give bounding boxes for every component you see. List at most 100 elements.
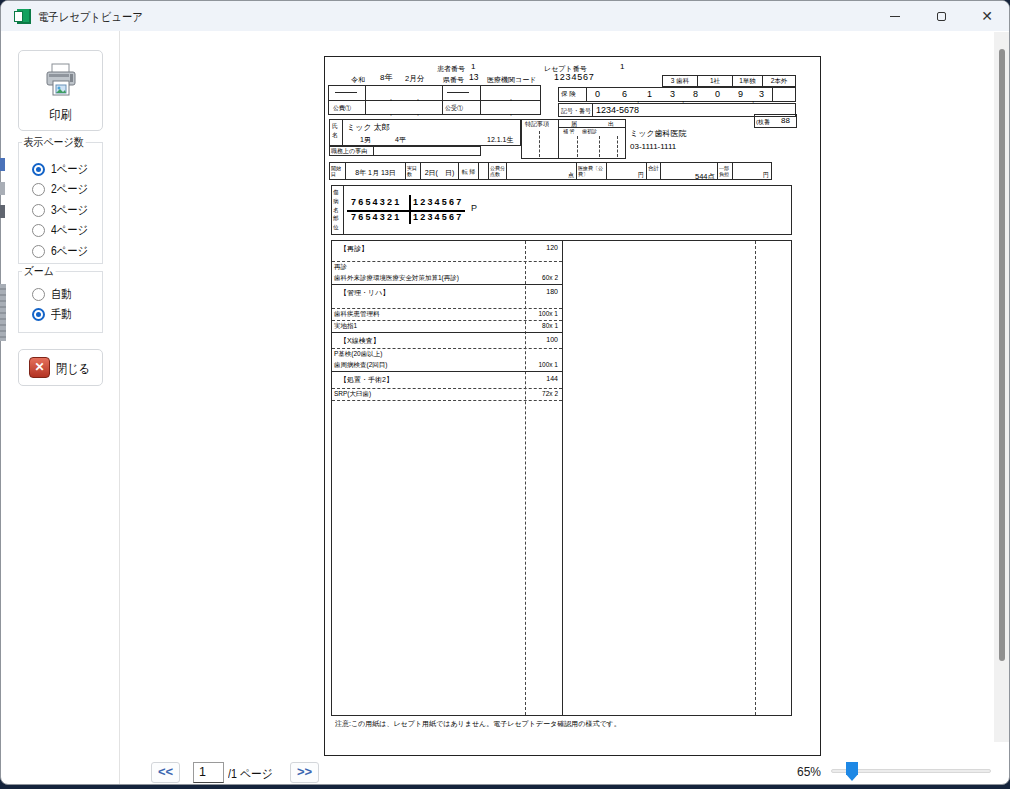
radio-pagecount-4[interactable]: 4ページ <box>32 221 94 239</box>
radio-circle[interactable] <box>32 288 45 301</box>
radio-pagecount-1[interactable]: 1ページ <box>32 160 94 178</box>
detail-line: 再診 <box>334 263 347 272</box>
radio-pagecount-2[interactable]: 2ページ <box>32 180 94 198</box>
radio-zoom-2[interactable]: 手動 <box>32 305 75 323</box>
receipt-field: , <box>390 109 392 116</box>
year-value: 8年 <box>380 74 392 82</box>
patient-sex: 1男 <box>360 136 371 143</box>
prev-icon: << <box>158 764 173 779</box>
insurer-digit: 3 <box>670 90 675 99</box>
pagecount-groupbox: 表示ページ数 1ページ2ページ3ページ4ページ6ページ <box>18 142 103 264</box>
insurer-digit: 0 <box>715 90 720 99</box>
receipt-no-value: 1 <box>620 63 624 71</box>
treatment-row: 開始日8年 1月 13日実日数2日( 日)転 帰公費分点数点医療費〔公費〕円合計… <box>329 162 772 180</box>
detail-line: 歯科外来診療環境医療安全対策加算1(再診) <box>334 274 459 283</box>
clinic-name: ミック歯科医院 <box>630 130 687 138</box>
receipt-field <box>480 85 481 115</box>
receipt-page: 患者番号1レセプト番号1令和8年2月分県番号13医療機関コード1234567公費… <box>324 56 821 756</box>
title-bar: 電子レセプトビューア ✕ <box>1 1 1009 31</box>
insurer-digit: 8 <box>693 90 698 99</box>
treatment-cell: 544点 <box>661 163 718 179</box>
inst-code-value: 1234567 <box>554 73 595 82</box>
receipt-no-label: レセプト番号 <box>544 65 587 72</box>
radio-circle[interactable] <box>32 224 45 237</box>
patient-birth: 12.1.1生 <box>487 136 513 143</box>
insurer-digit: 0 <box>595 90 600 99</box>
detail-value: 100x 1 <box>538 310 558 317</box>
maximize-button[interactable] <box>918 1 964 31</box>
zoom-groupbox: ズーム 自動手動 <box>18 271 103 333</box>
page-number-input[interactable]: 1 <box>193 762 224 783</box>
detail-row: 歯周病検査(2回目)100x 1 <box>332 360 562 372</box>
treatment-cell: 実日数 <box>406 163 421 179</box>
detail-row: 実地指180x 1 <box>332 321 562 333</box>
receipt-field: , <box>417 94 419 101</box>
name-vertical-label: 氏名 <box>332 122 340 140</box>
treatment-cell: 8年 1月 13日 <box>346 163 406 179</box>
pref-label: 県番号 <box>443 76 464 83</box>
section-header: 【処置・手術2】 <box>340 375 393 385</box>
receipt-field <box>539 131 540 157</box>
scrollbar-thumb[interactable] <box>999 49 1005 661</box>
receipt-field <box>772 87 773 102</box>
detail-line: 歯周病検査(2回目) <box>334 361 387 370</box>
close-x-icon: ✕ <box>29 357 50 378</box>
radio-zoom-1[interactable]: 自動 <box>32 285 75 303</box>
section-total: 180 <box>546 288 558 295</box>
insurance-type-cell: 3 歯科 <box>662 75 698 87</box>
todokede-sub1: 補 管 <box>563 129 574 134</box>
receipt-field <box>442 85 443 115</box>
radio-circle[interactable] <box>32 183 45 196</box>
section-total: 100 <box>546 336 558 343</box>
close-window-button[interactable]: ✕ <box>964 1 1010 31</box>
radio-circle[interactable] <box>32 163 45 176</box>
todokede-sub2: 歯初診 <box>582 129 597 134</box>
radio-label: 6ページ <box>51 243 88 260</box>
desktop-artifact <box>0 205 5 218</box>
tooth-lower-right: 7654321 <box>351 213 401 222</box>
treatment-cell: 一部負担 <box>718 163 733 179</box>
receipt-field <box>365 85 366 115</box>
radio-circle[interactable] <box>32 245 45 258</box>
detail-line: 歯科疾患管理料 <box>334 310 380 319</box>
section-header-row: 【処置・手術2】144 <box>332 372 562 389</box>
detail-value: 60x 2 <box>542 274 558 281</box>
maximize-icon <box>937 12 946 21</box>
receipt-field: , <box>390 94 392 101</box>
radio-pagecount-5[interactable]: 6ページ <box>32 242 94 260</box>
footer-note: 注意:この用紙は、レセプト用紙ではありません。電子レセプトデータ確認用の様式です… <box>335 720 621 727</box>
branch-label: (枝番 <box>756 119 770 125</box>
prev-page-button[interactable]: << <box>151 762 180 783</box>
close-button[interactable]: ✕ 閉じる <box>18 349 103 386</box>
next-icon: >> <box>297 764 312 779</box>
detail-row: 歯科外来診療環境医療安全対策加算1(再診) 60x 2 <box>332 273 562 285</box>
receipt-field <box>447 92 469 93</box>
minimize-icon <box>890 16 900 17</box>
radio-circle[interactable] <box>32 308 45 321</box>
todokede-box <box>558 119 626 159</box>
pref-no-value: 13 <box>469 73 478 82</box>
radio-circle[interactable] <box>32 204 45 217</box>
section-header-row: 【再診】120 <box>332 241 562 262</box>
print-button[interactable]: 印刷 <box>18 50 103 131</box>
desktop-artifact <box>0 158 5 171</box>
receipt-field <box>335 92 357 93</box>
detail-line: P基検(20歯以上) <box>334 350 382 359</box>
kohi2-label: 公受① <box>445 105 463 111</box>
vertical-scrollbar[interactable] <box>994 32 1010 742</box>
minimize-button[interactable] <box>872 1 918 31</box>
close-button-label: 閉じる <box>56 360 90 378</box>
radio-pagecount-3[interactable]: 3ページ <box>32 201 94 219</box>
kigo-label: 記号・番号 <box>561 108 591 114</box>
next-page-button[interactable]: >> <box>290 762 319 783</box>
section-header-row: 【管理・リハ】180 <box>332 285 562 309</box>
receipt-field <box>562 240 563 716</box>
detail-value: 72x 2 <box>542 390 558 397</box>
branch-value: 88 <box>781 117 790 125</box>
radio-label: 1ページ <box>51 161 88 178</box>
app-window: 電子レセプトビューア ✕ 印刷 表示ページ数 1ページ2ページ3ページ4ページ6… <box>0 0 1010 785</box>
zoom-percent-label: 65% <box>771 765 821 779</box>
receipt-field <box>409 195 411 224</box>
tooth-upper-left: 1234567 <box>413 198 463 207</box>
treatment-cell: 円 <box>733 163 771 179</box>
